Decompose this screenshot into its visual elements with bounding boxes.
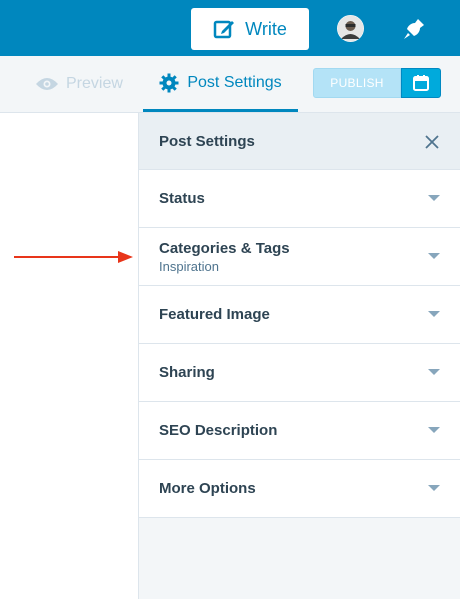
editor-canvas[interactable] (0, 113, 138, 599)
section-sublabel: Inspiration (159, 258, 219, 274)
section-label: Sharing (159, 364, 215, 381)
section-sharing[interactable]: Sharing (139, 344, 460, 402)
editor-toolbar: Preview Post Settings PUBLISH (0, 56, 460, 113)
chevron-down-icon (428, 427, 440, 433)
chevron-down-icon (428, 485, 440, 491)
write-button[interactable]: Write (191, 8, 309, 50)
annotation-arrow-icon (14, 251, 133, 263)
close-icon[interactable] (424, 134, 440, 150)
write-label: Write (245, 18, 287, 39)
gear-icon (159, 73, 179, 92)
post-settings-tab-label: Post Settings (187, 73, 282, 91)
section-more-options[interactable]: More Options (139, 460, 460, 518)
notification-bell-icon (404, 19, 424, 39)
sidebar-header: Post Settings (139, 113, 460, 170)
post-settings-sidebar: Post Settings Status Categories & Tags I… (138, 113, 460, 599)
tab-post-settings[interactable]: Post Settings (143, 56, 298, 112)
publish-button[interactable]: PUBLISH (313, 68, 401, 98)
chevron-down-icon (428, 311, 440, 317)
section-label: Status (159, 190, 205, 207)
sidebar-title: Post Settings (159, 132, 255, 150)
chevron-down-icon (428, 253, 440, 259)
section-featured-image[interactable]: Featured Image (139, 286, 460, 344)
eye-icon (36, 78, 58, 90)
section-label: SEO Description (159, 422, 278, 439)
masterbar: Write (0, 0, 460, 56)
notifications-button[interactable] (399, 14, 429, 44)
edit-icon (213, 20, 235, 39)
section-label: More Options (159, 480, 256, 497)
section-categories-tags[interactable]: Categories & Tags Inspiration (139, 228, 460, 286)
preview-button[interactable]: Preview (35, 56, 123, 112)
section-label: Featured Image (159, 306, 270, 323)
preview-label: Preview (66, 75, 123, 92)
chevron-down-icon (428, 195, 440, 201)
section-seo-description[interactable]: SEO Description (139, 402, 460, 460)
schedule-button[interactable] (401, 68, 441, 98)
section-status[interactable]: Status (139, 170, 460, 228)
calendar-icon (413, 75, 429, 91)
chevron-down-icon (428, 369, 440, 375)
user-avatar-icon (337, 15, 364, 42)
avatar[interactable] (337, 15, 364, 42)
section-label: Categories & Tags (159, 239, 290, 257)
publish-group: PUBLISH (313, 68, 441, 98)
